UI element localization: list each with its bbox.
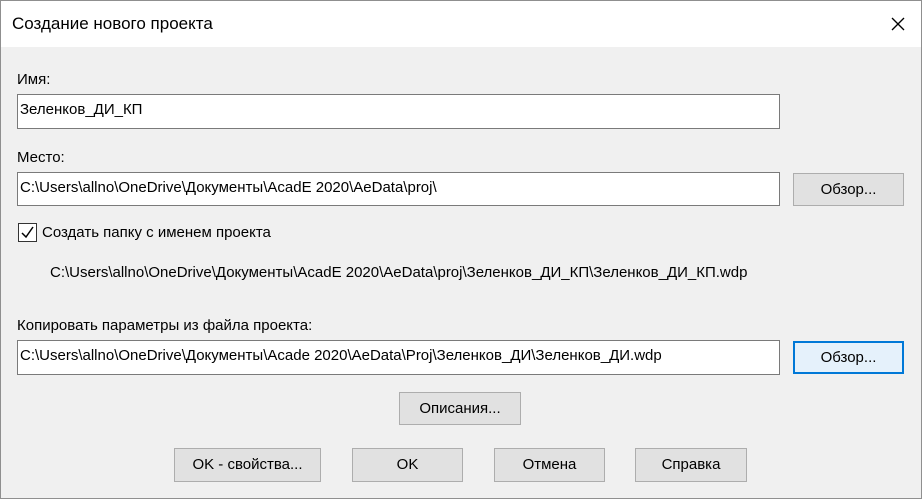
title-bar: Создание нового проекта: [1, 1, 921, 47]
ok-button[interactable]: OK: [352, 448, 463, 482]
location-input[interactable]: C:\Users\allno\OneDrive\Документы\AcadE …: [17, 172, 780, 206]
location-label: Место:: [17, 149, 65, 166]
help-button[interactable]: Справка: [635, 448, 747, 482]
descriptions-button[interactable]: Описания...: [399, 392, 521, 425]
copy-settings-input[interactable]: C:\Users\allno\OneDrive\Документы\Acade …: [17, 340, 780, 375]
close-button[interactable]: [875, 1, 921, 47]
dialog-title: Создание нового проекта: [12, 14, 213, 33]
resulting-path-text: C:\Users\allno\OneDrive\Документы\AcadE …: [50, 264, 748, 281]
new-project-dialog: Создание нового проекта Имя: Зеленков_ДИ…: [0, 0, 922, 499]
create-folder-label[interactable]: Создать папку с именем проекта: [42, 224, 271, 242]
create-folder-checkbox[interactable]: [18, 223, 37, 242]
copy-settings-browse-button[interactable]: Обзор...: [793, 341, 904, 374]
copy-settings-label: Копировать параметры из файла проекта:: [17, 317, 313, 334]
checkmark-icon: [21, 226, 34, 239]
location-browse-button[interactable]: Обзор...: [793, 173, 904, 206]
close-icon: [891, 17, 905, 31]
name-input[interactable]: Зеленков_ДИ_КП: [17, 94, 780, 129]
ok-properties-button[interactable]: OK - свойства...: [174, 448, 321, 482]
cancel-button[interactable]: Отмена: [494, 448, 605, 482]
name-label: Имя:: [17, 71, 51, 88]
